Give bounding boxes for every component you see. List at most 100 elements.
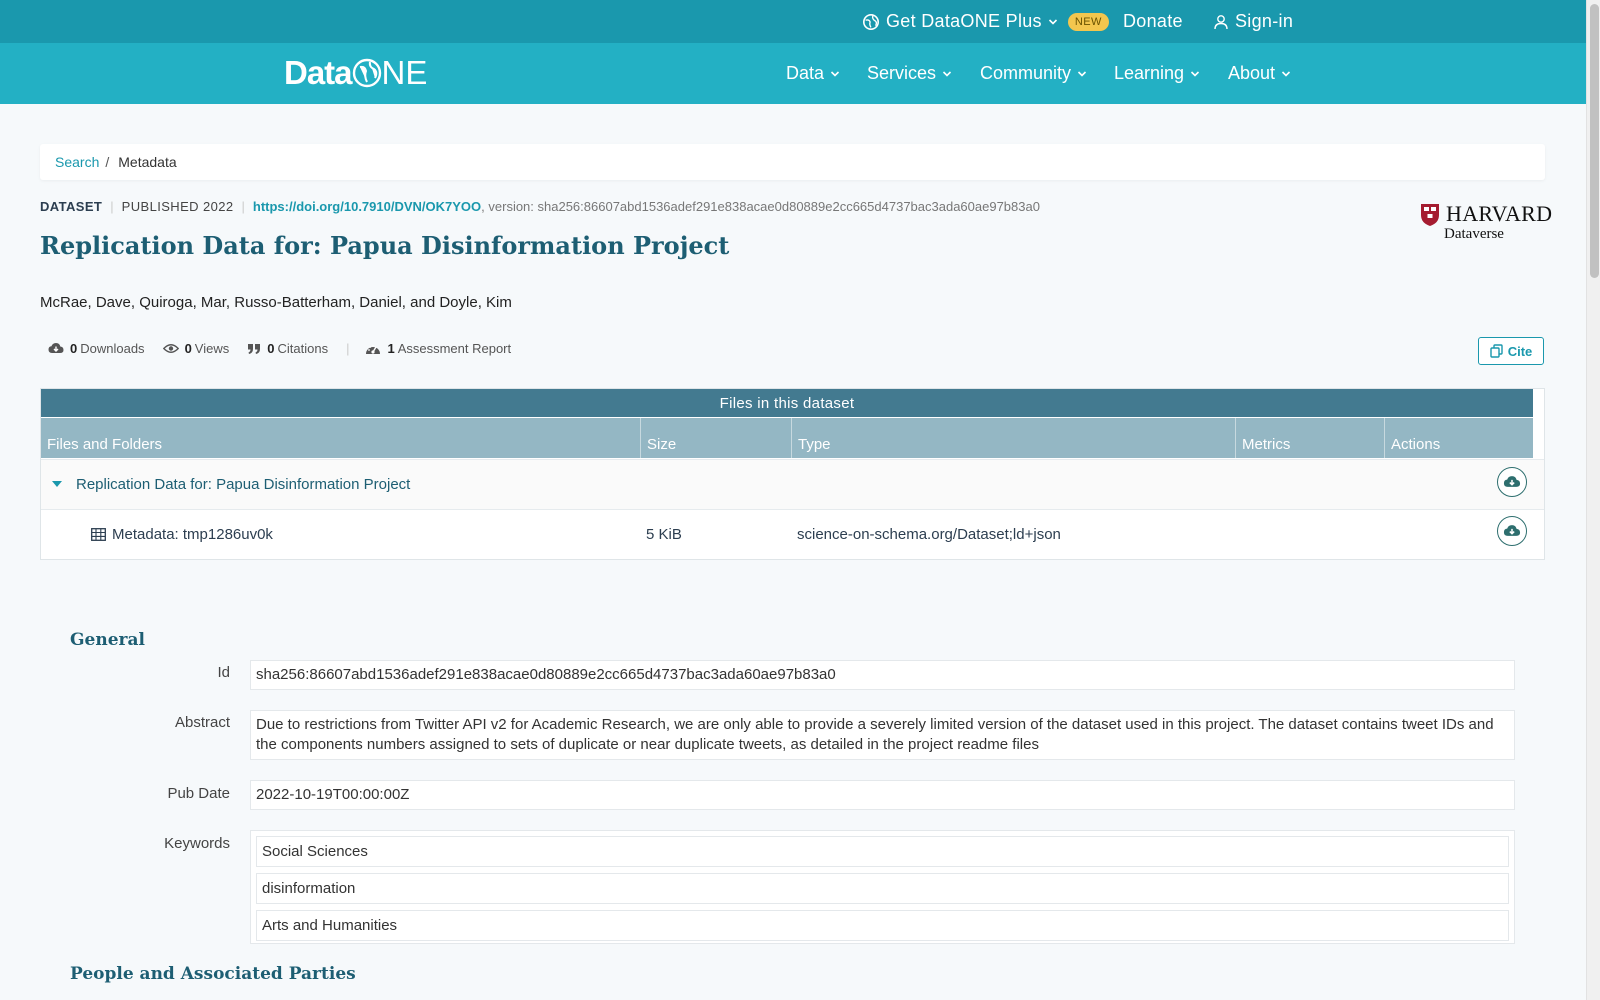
nav-community-label: Community [980,63,1072,83]
views-count: 0 [184,341,192,356]
views-label: Views [194,341,230,356]
citations-label: Citations [277,341,329,356]
views-metric[interactable]: 0 Views [162,341,230,356]
file-size: 5 KiB [646,526,682,543]
dataone-logo[interactable]: Data NE [284,53,427,93]
user-icon [1214,14,1228,29]
abstract-value: Due to restrictions from Twitter API v2 … [250,710,1515,760]
breadcrumb: Search / Metadata [40,144,1545,180]
divider: | [110,199,114,214]
dataset-type-label: DATASET [40,199,103,214]
folder-download-button[interactable] [1497,467,1527,497]
assessment-label: Assessment Report [397,341,512,356]
dashboard-gauge-icon [366,344,381,354]
downloads-metric[interactable]: 0 Downloads [48,341,145,356]
authors: McRae, Dave, Quiroga, Mar, Russo-Batterh… [40,294,512,311]
published-year: PUBLISHED 2022 [121,199,234,214]
divider: | [346,341,350,356]
logo-one-text: NE [352,54,428,92]
nav-services[interactable]: Services [867,43,952,104]
chevron-down-icon [1190,70,1200,77]
assessment-count: 1 [387,341,395,356]
logo-globe-icon [352,58,381,88]
cloud-download-icon [48,343,64,353]
column-actions[interactable]: Actions [1384,418,1533,458]
downloads-count: 0 [70,341,78,356]
keyword-item: Arts and Humanities [256,910,1509,941]
chevron-down-icon [1281,70,1291,77]
citations-metric[interactable]: 0 Citations [247,341,328,356]
chevron-down-icon [830,70,840,77]
top-utility-bar: Get DataONE Plus NEW Donate Sign-in [0,0,1586,43]
doi-link[interactable]: https://doi.org/10.7910/DVN/OK7YOO [253,199,481,214]
downloads-label: Downloads [80,341,145,356]
file-name-cell[interactable]: Metadata: tmp1286uv0k [91,510,273,559]
repository-sub: Dataverse [1444,226,1504,242]
main-navbar: Data NE Data Services Community Learning… [0,43,1586,104]
nav-data-label: Data [786,63,825,83]
sign-in-link[interactable]: Sign-in [1213,0,1293,43]
logo-ne-text: NE [381,54,428,91]
keyword-item: Social Sciences [256,836,1509,867]
table-row-folder[interactable]: Replication Data for: Papua Disinformati… [41,459,1544,509]
scrollbar-thumb[interactable] [1590,4,1599,278]
donate-link[interactable]: Donate [1123,0,1183,43]
nav-learning[interactable]: Learning [1114,43,1200,104]
files-table-caption: Files in this dataset [41,389,1533,417]
general-section-title: General [70,630,145,650]
pub-date-value: 2022-10-19T00:00:00Z [250,780,1515,810]
divider: | [241,199,245,214]
cloud-download-icon [1503,476,1521,487]
dataset-meta-line: DATASET | PUBLISHED 2022 | https://doi.o… [40,199,1040,214]
new-badge: NEW [1067,12,1109,31]
version-id: , version: sha256:86607abd1536adef291e83… [481,199,1040,214]
chevron-down-icon [1048,18,1057,25]
files-table-header: Files and Folders Size Type Metrics Acti… [41,418,1533,458]
keywords-list: Social Sciences disinformation Arts and … [250,830,1515,944]
nav-about-label: About [1228,63,1276,83]
id-value: sha256:86607abd1536adef291e838acae0d8088… [250,660,1515,690]
harvard-shield-icon [1421,204,1439,226]
cite-button[interactable]: Cite [1478,337,1544,365]
keywords-label: Keywords [164,835,230,852]
column-metrics[interactable]: Metrics [1235,418,1384,458]
id-label: Id [217,664,230,681]
cite-label: Cite [1507,343,1533,359]
table-row-file[interactable]: Metadata: tmp1286uv0k 5 KiB science-on-s… [41,509,1544,559]
column-type[interactable]: Type [791,418,1235,458]
breadcrumb-search-link[interactable]: Search [55,154,99,170]
sign-in-label: Sign-in [1235,11,1294,31]
file-type: science-on-schema.org/Dataset;ld+json [797,526,1061,543]
table-icon [91,528,106,541]
nav-data[interactable]: Data [786,43,840,104]
assessment-report-metric[interactable]: 1 Assessment Report [365,341,511,356]
file-name: Metadata: tmp1286uv0k [112,526,273,543]
column-files-and-folders[interactable]: Files and Folders [41,418,640,458]
page-title: Replication Data for: Papua Disinformati… [40,231,730,260]
files-table: Files in this dataset Files and Folders … [40,388,1545,560]
cloud-download-icon [1503,525,1521,536]
dataset-metrics: 0 Downloads 0 Views 0 Citations | 1 Asse… [48,341,529,356]
get-dataone-plus-menu[interactable]: Get DataONE Plus NEW [862,0,1109,43]
repository-name: HARVARD [1446,201,1553,226]
nav-about[interactable]: About [1228,43,1291,104]
column-size[interactable]: Size [640,418,791,458]
breadcrumb-separator: / [105,154,110,170]
eye-icon [162,344,179,353]
caret-down-icon[interactable] [52,481,62,488]
copy-icon [1490,344,1503,358]
breadcrumb-current: Metadata [118,154,177,170]
page-scrollbar[interactable] [1586,0,1600,1000]
abstract-label: Abstract [174,714,230,731]
harvard-dataverse-logo[interactable]: HARVARD Dataverse [1420,201,1552,246]
globe-icon [862,13,880,30]
folder-name[interactable]: Replication Data for: Papua Disinformati… [76,460,410,509]
keyword-item: disinformation [256,873,1509,904]
nav-community[interactable]: Community [980,43,1087,104]
pub-date-label: Pub Date [167,785,230,802]
chevron-down-icon [1077,70,1087,77]
quote-icon [248,343,261,354]
file-download-button[interactable] [1497,516,1527,546]
citations-count: 0 [267,341,275,356]
nav-learning-label: Learning [1114,63,1185,83]
